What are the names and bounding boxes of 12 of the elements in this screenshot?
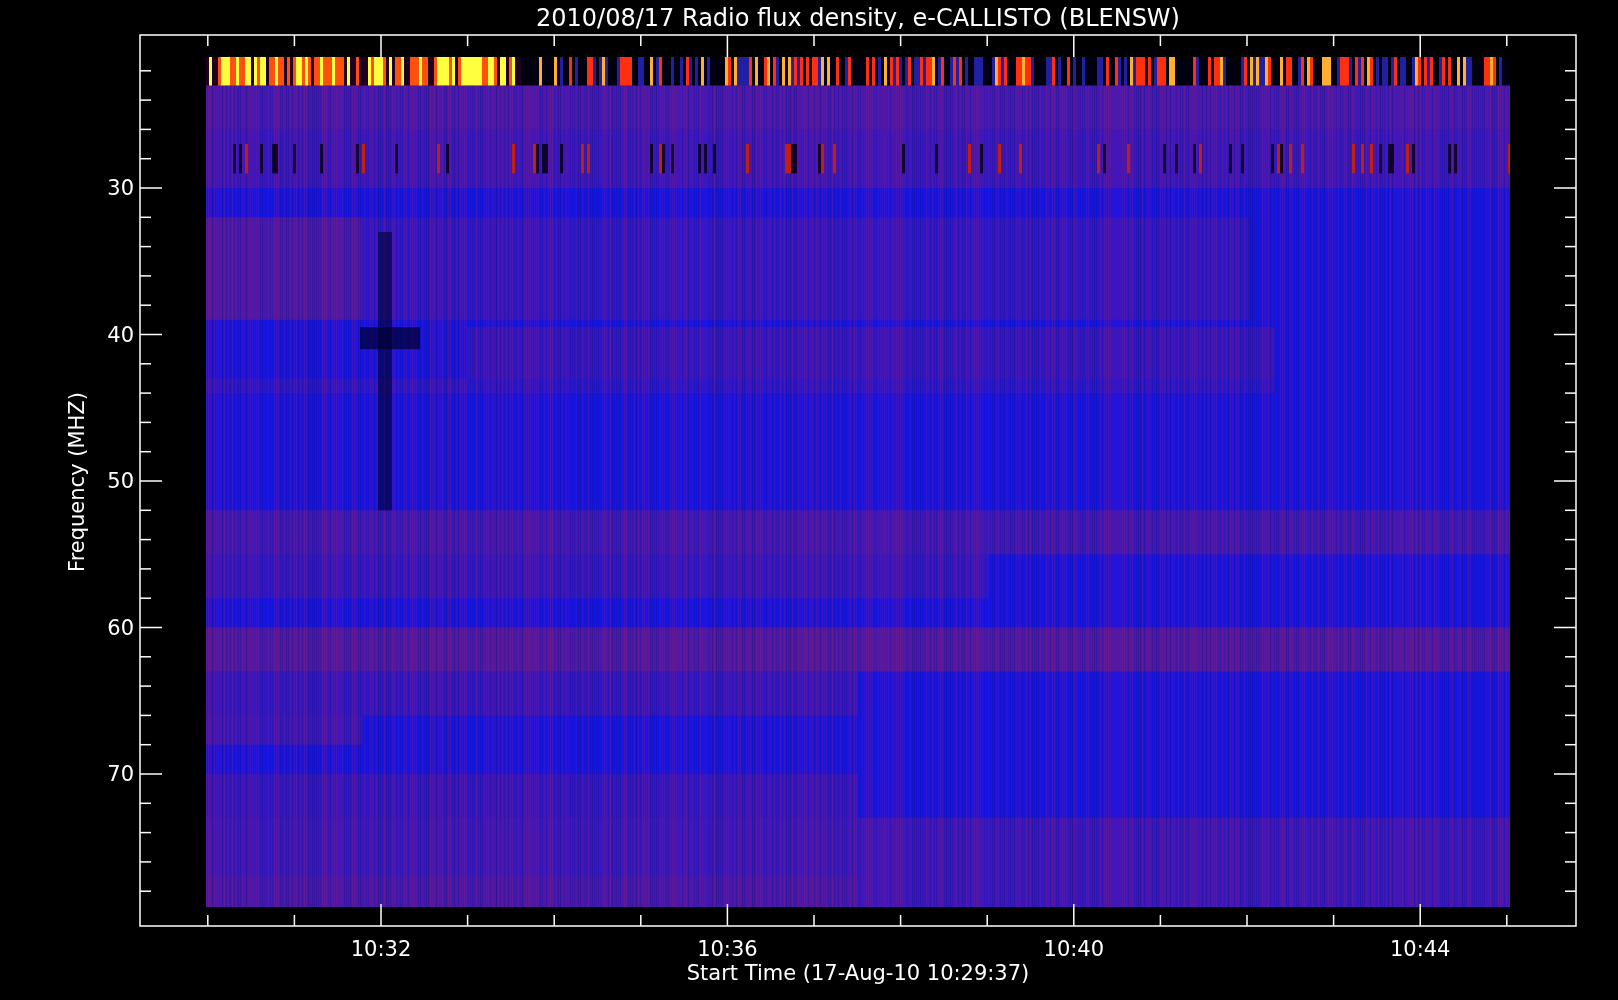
x-tick-label: 10:40 xyxy=(1043,937,1105,961)
y-tick-label: 30 xyxy=(107,176,134,200)
y-axis-label: Frequency (MHZ) xyxy=(65,392,89,572)
y-tick-label: 70 xyxy=(107,762,134,786)
x-tick-label: 10:36 xyxy=(697,937,758,961)
y-tick-label: 50 xyxy=(107,469,134,493)
x-tick-label: 10:44 xyxy=(1389,937,1451,961)
x-axis-label: Start Time (17-Aug-10 10:29:37) xyxy=(686,961,1030,985)
x-tick-label: 10:32 xyxy=(350,937,412,961)
chart-title: 2010/08/17 Radio flux density, e-CALLISTO (BLENSW) xyxy=(536,4,1180,32)
y-tick-label: 60 xyxy=(107,615,134,640)
y-tick-label: 40 xyxy=(107,322,134,347)
